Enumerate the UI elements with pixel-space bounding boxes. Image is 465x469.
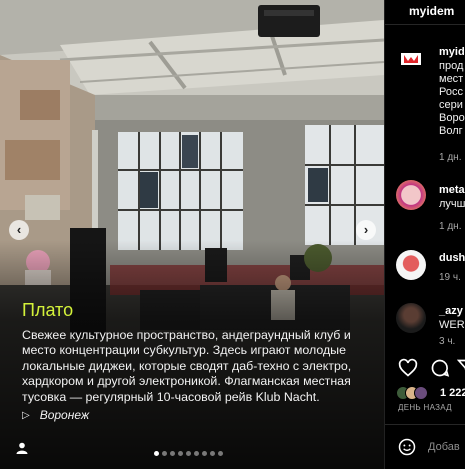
chevron-left-icon: ‹ xyxy=(16,222,22,237)
author-username[interactable]: myidem xyxy=(409,4,454,18)
share-icon[interactable] xyxy=(457,358,465,378)
likes-count[interactable]: 1 222 xyxy=(440,387,465,399)
comment-text-line: прод xyxy=(439,60,464,72)
post-side-panel: myidem myide прод мест Росс сери Воро Во… xyxy=(384,0,465,469)
slide-dot xyxy=(154,451,159,456)
comment-time: 1 дн. xyxy=(439,221,462,232)
divider xyxy=(385,424,465,425)
slide-dot xyxy=(178,451,183,456)
comment-time: 3 ч. xyxy=(439,336,456,347)
heart-icon[interactable] xyxy=(398,358,418,378)
location-city: Воронеж xyxy=(39,408,90,422)
comment-username[interactable]: _azy xyxy=(439,305,463,317)
comment-text-line: Воро xyxy=(439,112,465,124)
next-slide-button[interactable]: › xyxy=(356,220,376,240)
place-title: Плато xyxy=(22,300,74,320)
comment-text-line: WERI xyxy=(439,319,465,331)
post-media[interactable]: ‹ › Плато Свежее культурное пространство… xyxy=(0,0,384,469)
slide-dot xyxy=(194,451,199,456)
avatar[interactable] xyxy=(396,303,426,333)
avatar[interactable] xyxy=(396,44,426,74)
slide-dot xyxy=(170,451,175,456)
place-location: ▷ Воронеж xyxy=(22,408,89,422)
comment-text-line: Росс xyxy=(439,86,463,98)
comment-time: 1 дн. xyxy=(439,152,462,163)
arrow-right-icon: ▷ xyxy=(22,409,30,421)
slide-dot xyxy=(202,451,207,456)
comment-username[interactable]: myide xyxy=(439,46,465,58)
post-actions xyxy=(385,352,465,382)
divider xyxy=(385,24,465,25)
add-comment-row: Добав xyxy=(398,438,465,458)
chevron-right-icon: › xyxy=(363,222,369,237)
post-date[interactable]: ДЕНЬ НАЗАД xyxy=(398,403,452,412)
place-description: Свежее культурное пространство, андеграу… xyxy=(22,328,352,404)
comment-text-line: Волг xyxy=(439,125,463,137)
emoji-icon[interactable] xyxy=(398,438,416,456)
post-header: myidem xyxy=(385,0,465,22)
slide-indicator xyxy=(154,451,223,456)
slide-dot xyxy=(186,451,191,456)
slide-dot xyxy=(218,451,223,456)
liker-avatar xyxy=(414,386,428,400)
avatar[interactable] xyxy=(396,250,426,280)
slide-dot xyxy=(162,451,167,456)
avatar[interactable] xyxy=(396,180,426,210)
comment-time: 19 ч. xyxy=(439,272,461,283)
comment-icon[interactable] xyxy=(430,358,450,378)
comment-text-line: мест xyxy=(439,73,464,85)
user-tag-icon[interactable] xyxy=(16,442,28,454)
comment-text-line: лучш xyxy=(439,198,465,210)
likes-row[interactable]: 1 222 xyxy=(396,386,465,402)
previous-slide-button[interactable]: ‹ xyxy=(9,220,29,240)
slide-dot xyxy=(210,451,215,456)
comment-input[interactable]: Добав xyxy=(428,441,460,453)
comment-username[interactable]: dush xyxy=(439,252,465,264)
comment-username[interactable]: meta xyxy=(439,184,465,196)
comment-text-line: сери xyxy=(439,99,463,111)
